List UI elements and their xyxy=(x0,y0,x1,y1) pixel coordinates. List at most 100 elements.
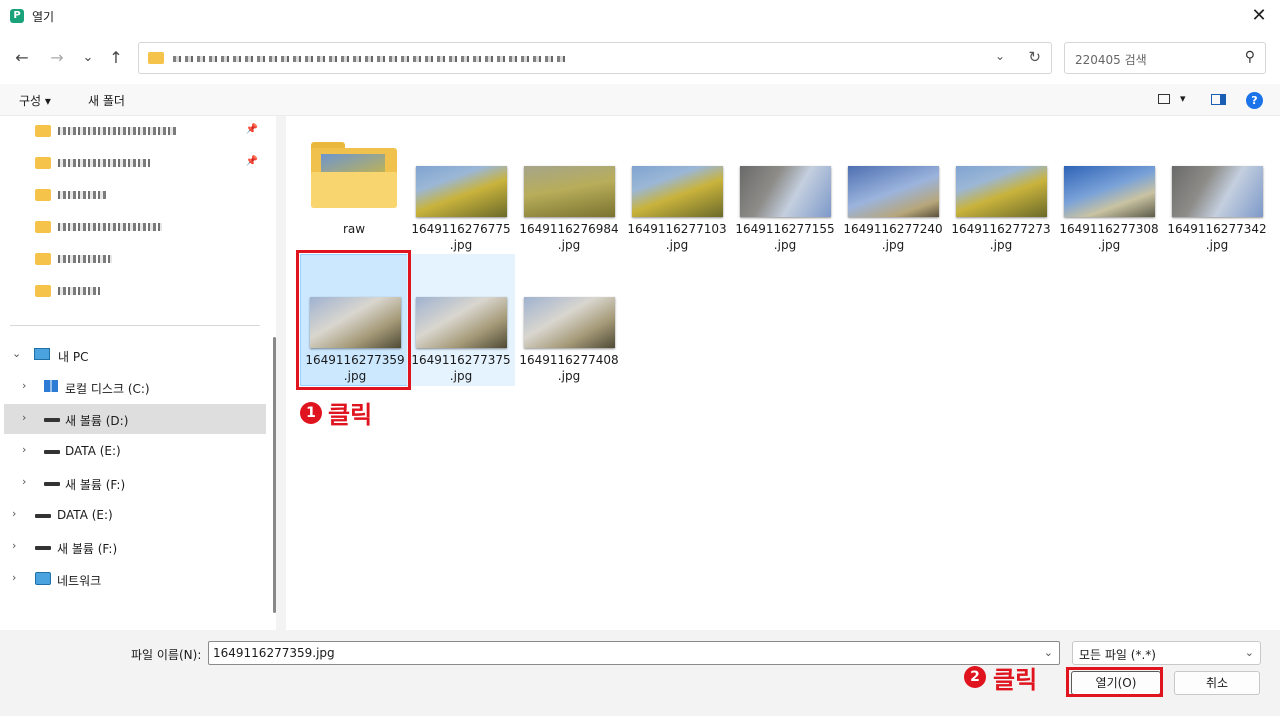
chevron-right-icon[interactable]: › xyxy=(12,571,16,584)
chevron-down-icon[interactable]: ⌄ xyxy=(1044,646,1053,659)
tree-item-label: 새 볼륨 (D:) xyxy=(65,414,129,428)
chevron-right-icon[interactable]: › xyxy=(22,443,26,456)
folder-icon xyxy=(35,189,51,201)
image-thumbnail xyxy=(524,297,615,348)
file-ext: .jpg xyxy=(1097,238,1121,252)
file-type-select[interactable]: 모든 파일 (*.*) ⌄ xyxy=(1072,641,1261,665)
cancel-button[interactable]: 취소 xyxy=(1174,671,1260,695)
filename-label: 파일 이름(N): xyxy=(131,648,202,662)
chevron-right-icon[interactable]: › xyxy=(22,379,26,392)
image-thumbnail xyxy=(848,166,939,217)
tree-item-volume-f-root[interactable]: › 새 볼륨 (F:) xyxy=(4,532,266,562)
tree-item-this-pc[interactable]: ⌄ 내 PC xyxy=(4,340,266,370)
chevron-right-icon[interactable]: › xyxy=(22,475,26,488)
file-item[interactable]: 1649116277273 .jpg xyxy=(947,122,1055,254)
tree-item-data-e-root[interactable]: › DATA (E:) xyxy=(4,500,266,530)
chevron-down-icon[interactable]: ⌄ xyxy=(12,347,21,360)
sidebar-scrollbar[interactable] xyxy=(273,337,276,613)
step-badge: 2 xyxy=(964,666,986,688)
help-icon[interactable]: ? xyxy=(1246,92,1263,109)
file-name: 1649116276775 xyxy=(411,222,511,236)
file-type-value[interactable]: 모든 파일 (*.*) xyxy=(1079,648,1156,662)
preview-pane-icon[interactable] xyxy=(1211,94,1226,105)
annotation-label: 클릭 xyxy=(328,401,373,429)
refresh-icon[interactable]: ↻ xyxy=(1028,48,1041,66)
image-thumbnail xyxy=(416,166,507,217)
file-item[interactable]: 1649116276984 .jpg xyxy=(515,122,623,254)
file-item[interactable]: 1649116277408 .jpg xyxy=(515,254,623,386)
folder-item-raw[interactable]: raw xyxy=(300,122,408,254)
file-item[interactable]: 1649116277342 .jpg xyxy=(1163,122,1271,254)
quick-access-item[interactable] xyxy=(4,244,266,274)
tree-item-label: 새 볼륨 (F:) xyxy=(65,478,126,492)
tree-item-label: DATA (E:) xyxy=(65,444,121,458)
tree-item-local-disk-c[interactable]: › 로컬 디스크 (C:) xyxy=(4,372,266,402)
quick-access-item[interactable] xyxy=(4,180,266,210)
close-icon[interactable]: ✕ xyxy=(1246,3,1272,29)
quick-access-label-blurred xyxy=(58,127,176,135)
filename-input[interactable]: 1649116277359.jpg ⌄ xyxy=(208,641,1060,665)
image-thumbnail xyxy=(956,166,1047,217)
filename-value[interactable]: 1649116277359.jpg xyxy=(213,646,335,660)
annotation-label: 클릭 xyxy=(993,666,1038,694)
file-name: 1649116277375 xyxy=(411,353,511,367)
organize-menu[interactable]: 구성 ▾ xyxy=(19,92,51,109)
pin-icon[interactable]: 📌 xyxy=(246,156,258,167)
tree-item-label: 네트워크 xyxy=(57,574,102,588)
pc-icon xyxy=(34,348,50,360)
file-list: raw 1649116276775 .jpg 1649116276984 .jp… xyxy=(286,116,1280,630)
sidebar-divider xyxy=(10,325,260,326)
quick-access-item[interactable]: 📌 xyxy=(4,148,266,178)
drive-icon xyxy=(44,418,60,422)
quick-access-label-blurred xyxy=(58,159,150,167)
file-item[interactable]: 1649116277240 .jpg xyxy=(839,122,947,254)
file-name: 1649116277273 xyxy=(951,222,1051,236)
file-name: 1649116277240 xyxy=(843,222,943,236)
quick-access-item[interactable]: 📌 xyxy=(4,116,266,146)
pin-icon[interactable]: 📌 xyxy=(246,124,258,135)
address-dropdown-icon[interactable]: ⌄ xyxy=(995,49,1005,63)
tree-item-label: 새 볼륨 (F:) xyxy=(57,542,118,556)
image-thumbnail xyxy=(524,166,615,217)
search-box[interactable]: 220405 검색 ⚲ xyxy=(1064,42,1266,74)
chevron-down-icon[interactable]: ⌄ xyxy=(1245,646,1254,659)
file-name: 1649116277408 xyxy=(519,353,619,367)
file-item[interactable]: 1649116277155 .jpg xyxy=(731,122,839,254)
file-ext: .jpg xyxy=(1205,238,1229,252)
up-arrow-icon[interactable]: ↑ xyxy=(104,46,128,70)
chevron-right-icon[interactable]: › xyxy=(22,411,26,424)
search-placeholder[interactable]: 220405 검색 xyxy=(1075,51,1147,68)
file-item[interactable]: 1649116277375 .jpg xyxy=(407,254,515,386)
new-folder-button[interactable]: 새 폴더 xyxy=(88,92,125,109)
back-arrow-icon[interactable]: ← xyxy=(10,46,34,70)
tree-item-network[interactable]: › 네트워크 xyxy=(4,564,266,594)
quick-access-item[interactable] xyxy=(4,276,266,306)
tree-item-volume-f[interactable]: › 새 볼륨 (F:) xyxy=(4,468,266,498)
recent-locations-chevron-icon[interactable]: ⌄ xyxy=(76,46,100,70)
tree-item-data-e[interactable]: › DATA (E:) xyxy=(4,436,266,466)
folder-icon xyxy=(148,52,164,64)
file-name: 1649116277155 xyxy=(735,222,835,236)
file-ext: .jpg xyxy=(665,238,689,252)
tree-item-volume-d[interactable]: › 새 볼륨 (D:) xyxy=(4,404,266,434)
view-options-icon[interactable] xyxy=(1158,94,1170,104)
file-item[interactable]: 1649116277308 .jpg xyxy=(1055,122,1163,254)
file-name: 1649116277103 xyxy=(627,222,727,236)
drive-icon xyxy=(44,482,60,486)
file-ext: .jpg xyxy=(557,238,581,252)
forward-arrow-icon[interactable]: → xyxy=(45,46,69,70)
file-item[interactable]: 1649116276775 .jpg xyxy=(407,122,515,254)
address-bar[interactable]: ⌄ ↻ xyxy=(138,42,1052,74)
chevron-right-icon[interactable]: › xyxy=(12,507,16,520)
view-dropdown-icon[interactable]: ▾ xyxy=(1180,92,1186,105)
file-item[interactable]: 1649116277103 .jpg xyxy=(623,122,731,254)
file-name: 1649116277342 xyxy=(1167,222,1267,236)
step-badge: 1 xyxy=(300,402,322,424)
search-icon[interactable]: ⚲ xyxy=(1245,49,1255,65)
drive-icon xyxy=(35,514,51,518)
highlight-box-open-button xyxy=(1066,667,1163,697)
file-ext: .jpg xyxy=(989,238,1013,252)
folder-icon xyxy=(35,253,51,265)
quick-access-item[interactable] xyxy=(4,212,266,242)
chevron-right-icon[interactable]: › xyxy=(12,539,16,552)
